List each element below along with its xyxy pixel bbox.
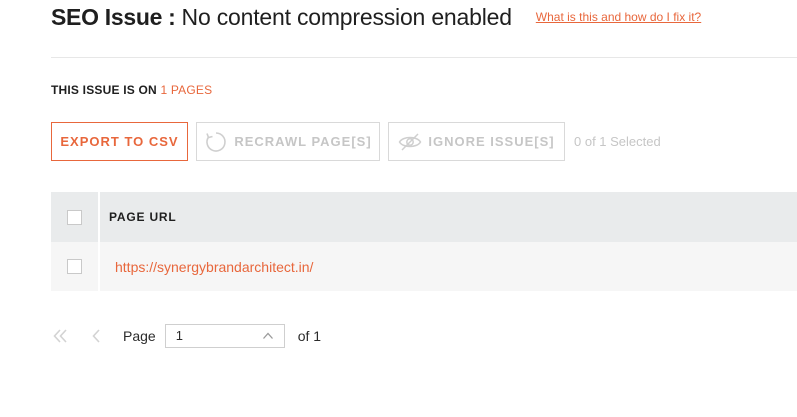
page-url-link[interactable]: https://synergybrandarchitect.in/ <box>100 259 313 275</box>
export-csv-button[interactable]: EXPORT TO CSV <box>51 122 188 161</box>
issue-count-label: THIS ISSUE IS ON 1 PAGES <box>51 83 212 97</box>
issue-title-key: SEO Issue : <box>51 4 176 30</box>
issue-title-value: No content compression enabled <box>181 4 512 30</box>
ignore-issues-button[interactable]: IGNORE ISSUE[S] <box>388 122 565 161</box>
recrawl-pages-label: RECRAWL PAGE[S] <box>234 134 372 149</box>
table-row: https://synergybrandarchitect.in/ <box>51 242 797 291</box>
ignore-issues-label: IGNORE ISSUE[S] <box>428 134 555 149</box>
column-header-page-url[interactable]: PAGE URL <box>100 210 177 224</box>
issue-count-prefix: THIS ISSUE IS ON <box>51 83 157 97</box>
action-toolbar: EXPORT TO CSV RECRAWL PAGE[S] IGNORE ISS… <box>51 122 661 161</box>
pages-table: PAGE URL https://synergybrandarchitect.i… <box>51 192 797 291</box>
refresh-icon <box>204 130 228 154</box>
chevron-up-icon <box>262 330 274 342</box>
current-page-value: 1 <box>175 328 183 343</box>
header-divider <box>51 57 797 58</box>
select-all-checkbox[interactable] <box>67 209 82 225</box>
row-checkbox-cell <box>51 242 100 291</box>
issue-header: SEO Issue : No content compression enabl… <box>51 4 797 36</box>
row-checkbox[interactable] <box>67 259 82 274</box>
chevron-left-icon[interactable] <box>87 326 107 346</box>
header-checkbox-cell <box>51 192 100 242</box>
recrawl-pages-button[interactable]: RECRAWL PAGE[S] <box>196 122 380 161</box>
pagination: Page 1 of 1 <box>51 323 321 348</box>
total-pages-label: of 1 <box>297 327 322 344</box>
double-chevron-left-icon[interactable] <box>51 326 71 346</box>
eye-off-icon <box>398 130 422 154</box>
issue-count-value: 1 PAGES <box>160 83 213 97</box>
table-header-row: PAGE URL <box>51 192 797 242</box>
export-csv-label: EXPORT TO CSV <box>60 134 179 149</box>
page-label: Page <box>123 327 156 344</box>
page-number-select[interactable]: 1 <box>164 323 285 348</box>
help-link[interactable]: What is this and how do I fix it? <box>536 10 701 24</box>
selection-count: 0 of 1 Selected <box>574 134 661 149</box>
